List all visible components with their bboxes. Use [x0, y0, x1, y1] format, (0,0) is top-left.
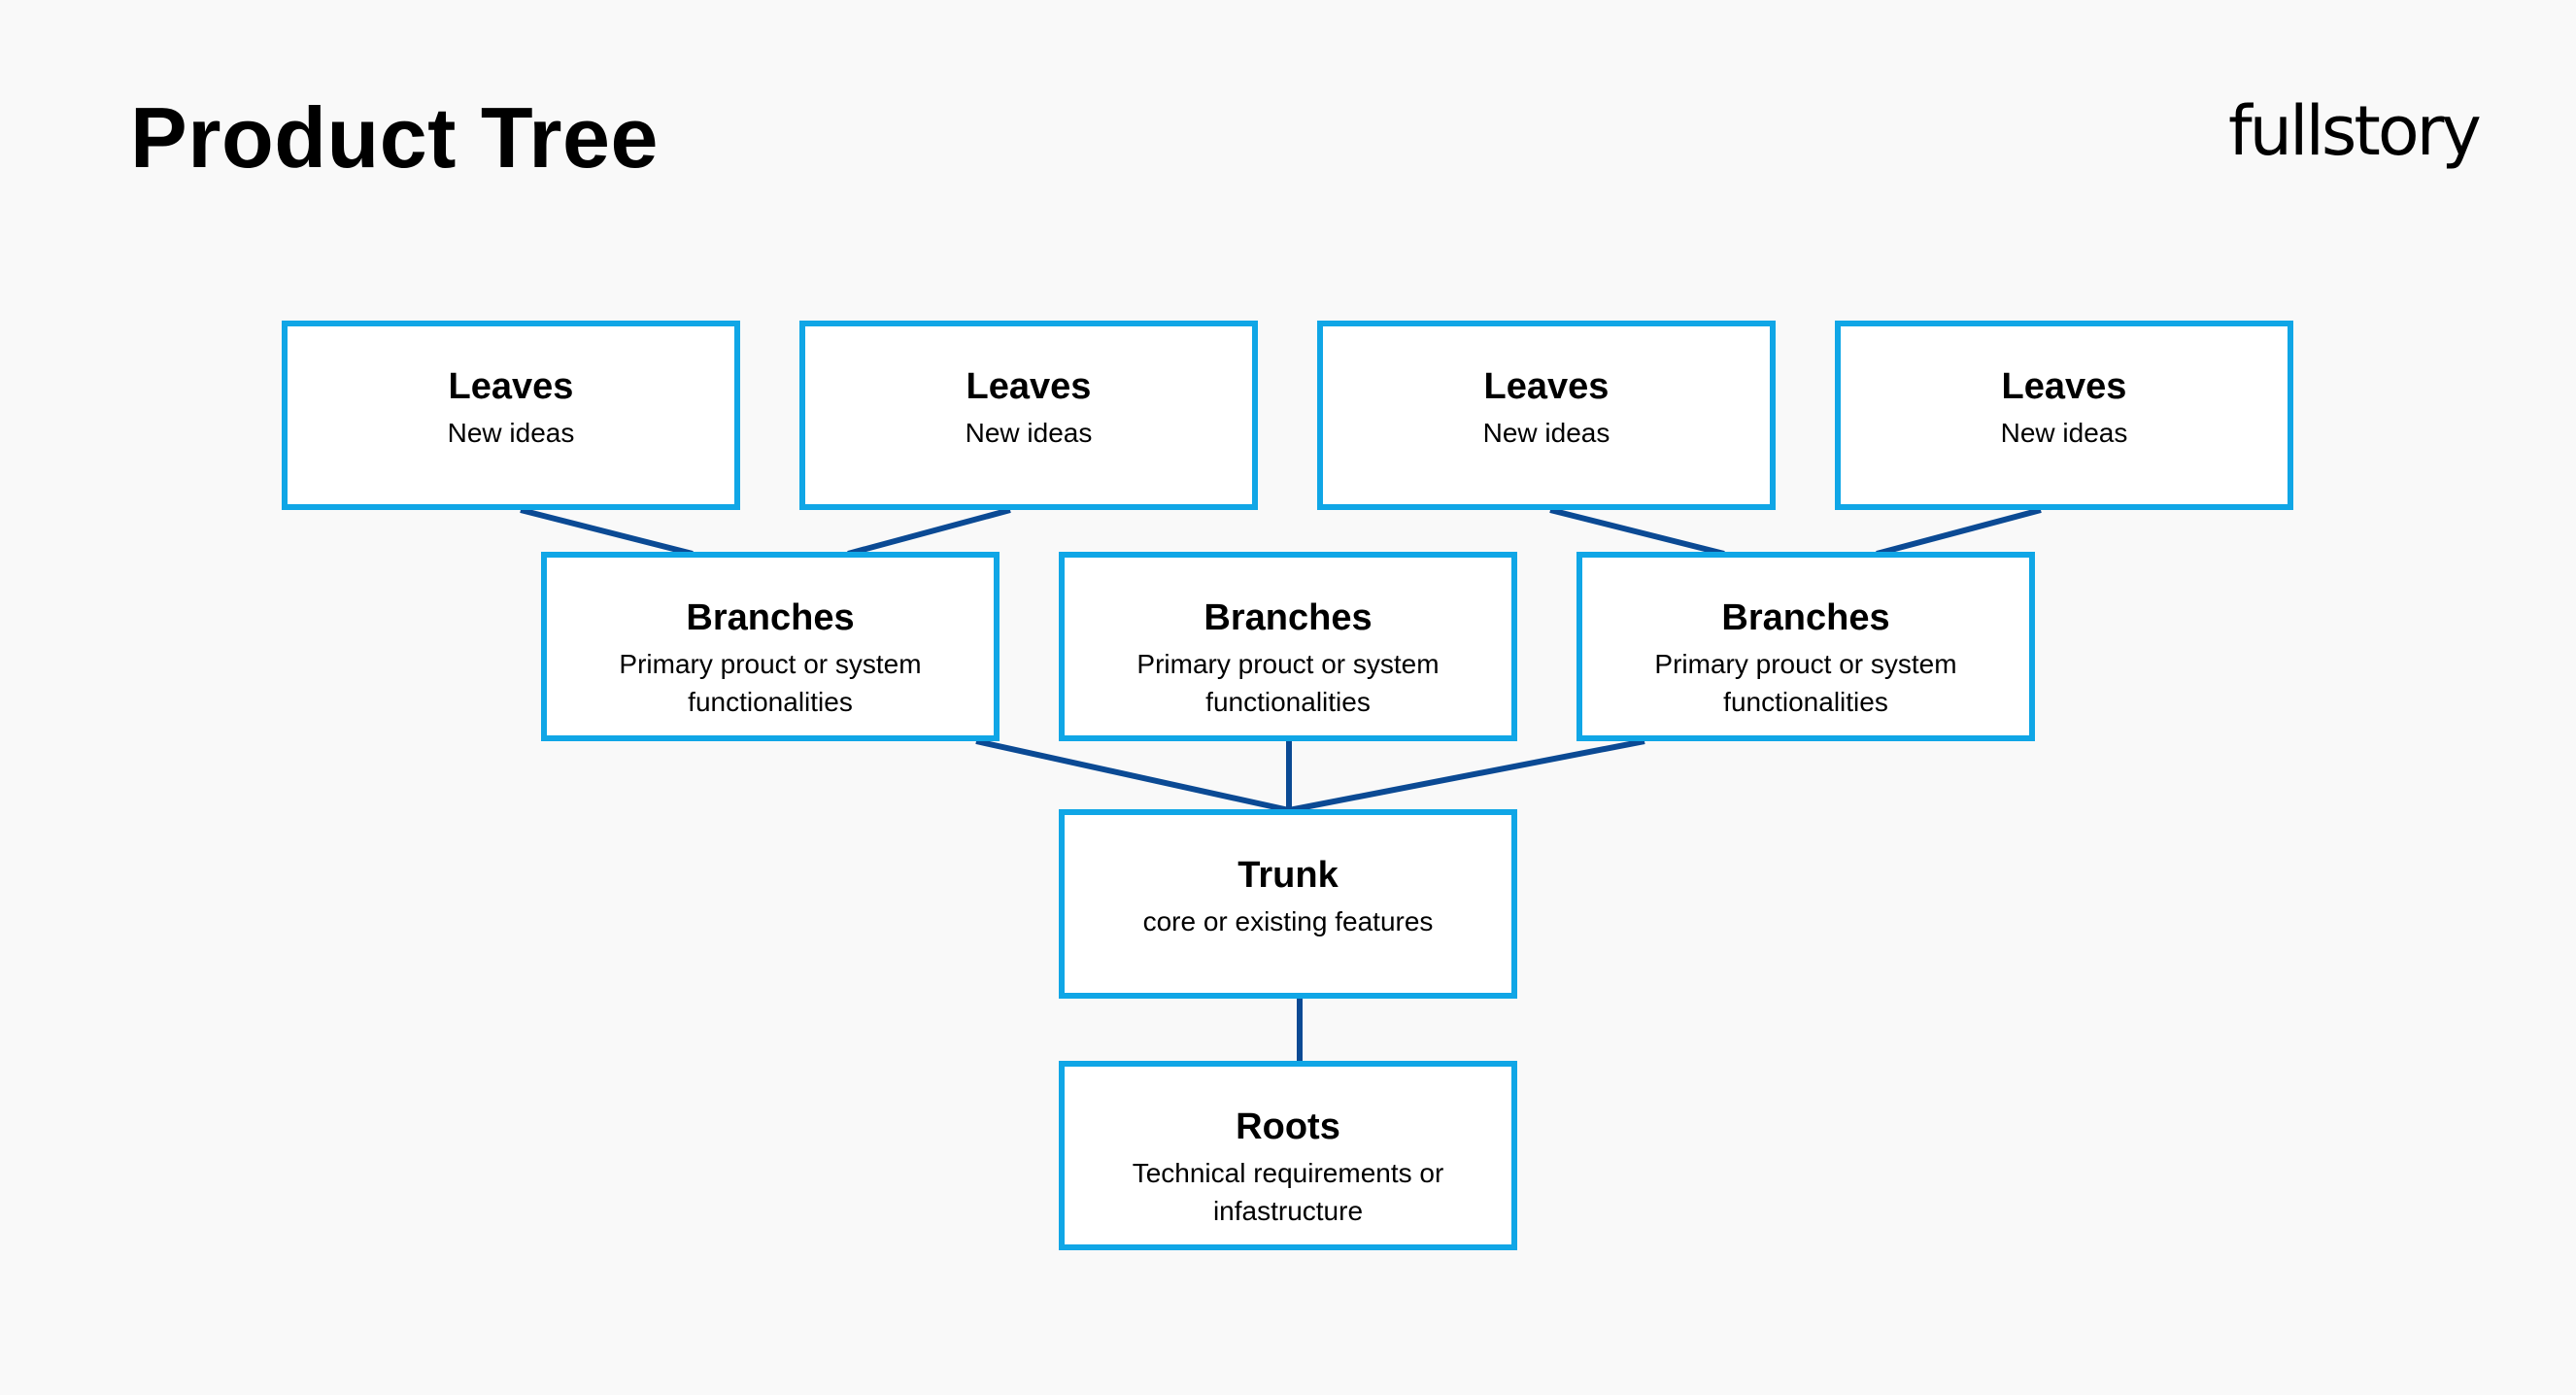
- node-description: New ideas: [1482, 417, 1610, 448]
- connector-leaf-0-branch-0: [520, 507, 694, 557]
- node-description: New ideas: [965, 417, 1093, 448]
- node-title: Leaves: [966, 366, 1092, 407]
- node-description: New ideas: [2000, 417, 2128, 448]
- node-description: Primary prouct or system functionalities: [619, 648, 922, 717]
- branch-node: Branches Primary prouct or system functi…: [541, 552, 1000, 741]
- leaf-node: Leaves New ideas: [282, 321, 740, 510]
- connector-leaf-2-branch-2: [1549, 507, 1725, 557]
- node-title: Branches: [686, 597, 855, 638]
- leaf-node: Leaves New ideas: [1835, 321, 2293, 510]
- leaf-node: Leaves New ideas: [799, 321, 1258, 510]
- node-description: Primary prouct or system functionalities: [1136, 648, 1440, 717]
- connector-branch-2-trunk: [1288, 738, 1645, 813]
- connector-leaf-3-branch-2: [1876, 507, 2042, 557]
- roots-node: Roots Technical requirements or infastru…: [1059, 1061, 1517, 1250]
- node-title: Branches: [1721, 597, 1890, 638]
- node-title: Trunk: [1237, 855, 1339, 896]
- node-description: core or existing features: [1142, 905, 1434, 936]
- trunk-node: Trunk core or existing features: [1059, 809, 1517, 999]
- branch-node: Branches Primary prouct or system functi…: [1576, 552, 2035, 741]
- connector-branch-0-trunk: [975, 738, 1290, 813]
- leaf-node: Leaves New ideas: [1317, 321, 1776, 510]
- branch-node: Branches Primary prouct or system functi…: [1059, 552, 1517, 741]
- connector-leaf-1-branch-0: [847, 507, 1011, 557]
- node-title: Leaves: [1483, 366, 1610, 407]
- node-title: Leaves: [2001, 366, 2127, 407]
- node-title: Roots: [1236, 1106, 1340, 1147]
- node-description: Primary prouct or system functionalities: [1654, 648, 1957, 717]
- node-title: Leaves: [448, 366, 574, 407]
- node-description: Technical requirements or infastructure: [1132, 1157, 1444, 1226]
- node-description: New ideas: [447, 417, 575, 448]
- node-title: Branches: [1203, 597, 1373, 638]
